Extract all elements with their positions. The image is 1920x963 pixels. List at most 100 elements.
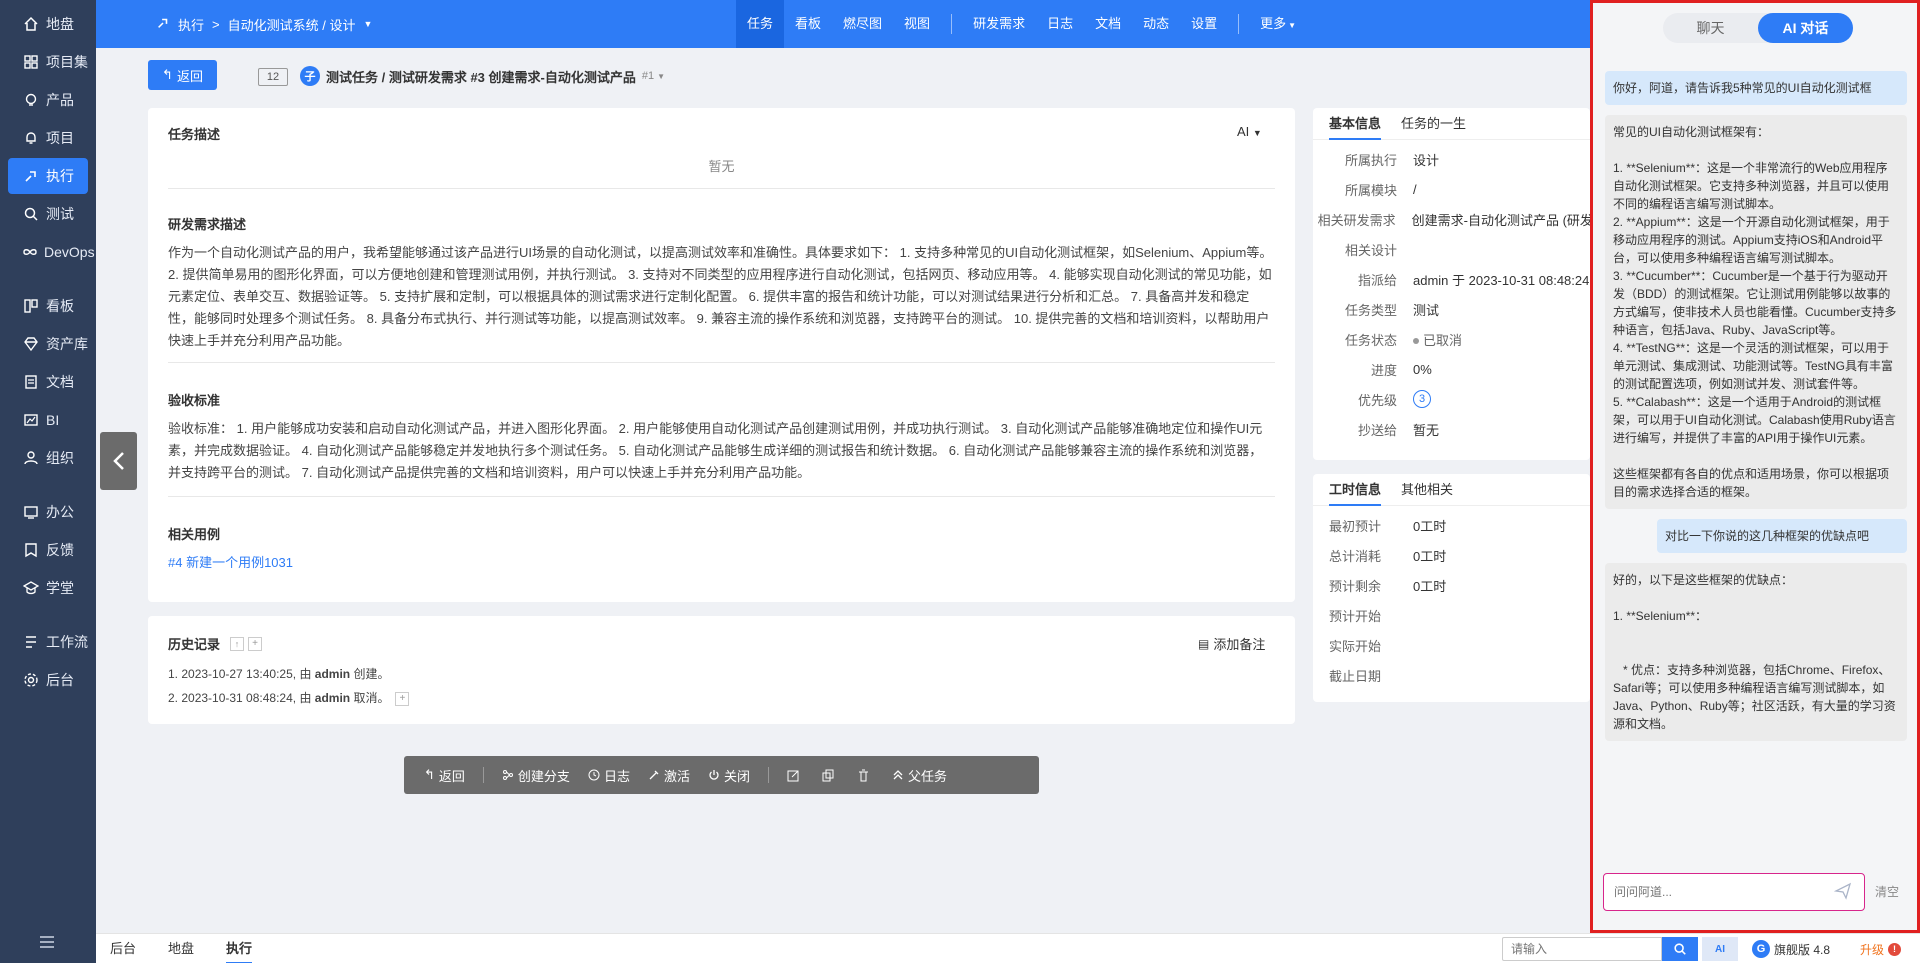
tab-basic-info[interactable]: 基本信息 [1329, 108, 1382, 140]
chat-input[interactable] [1614, 877, 1834, 907]
log-button[interactable]: 日志 [588, 766, 630, 785]
history-entry-action: 取消。 [350, 691, 390, 705]
ai-dropdown[interactable]: AI ▼ [1237, 124, 1262, 139]
info-row: 抄送给 暂无 [1313, 414, 1590, 444]
action-toolbar: ↰ 返回 创建分支 日志 激活 关闭 父任务 [404, 756, 1039, 794]
tab-log[interactable]: 日志 [1036, 0, 1084, 48]
infinity-icon [22, 243, 38, 261]
global-search-input[interactable] [1502, 937, 1662, 961]
time-key: 实际开始 [1329, 638, 1382, 654]
send-icon[interactable] [1833, 882, 1852, 903]
chat-input-box [1603, 873, 1865, 911]
sidebar-item-feedback[interactable]: 反馈 [8, 532, 88, 568]
tab-burndown[interactable]: 燃尽图 [832, 0, 893, 48]
search-button[interactable] [1662, 937, 1698, 961]
edition-label: 旗舰版 4.8 [1774, 942, 1831, 957]
tab-settings[interactable]: 设置 [1180, 0, 1228, 48]
clear-chat-button[interactable]: 清空 [1875, 883, 1899, 900]
chevron-down-icon[interactable]: ▼ [363, 19, 372, 29]
back-arrow-icon: ↰ [424, 767, 435, 782]
expand-icon[interactable]: + [395, 691, 410, 706]
tab-kanban[interactable]: 看板 [784, 0, 832, 48]
activate-button[interactable]: 激活 [648, 766, 690, 785]
toolbar-back-button[interactable]: ↰ 返回 [424, 766, 465, 785]
tab-other-related[interactable]: 其他相关 [1401, 474, 1453, 506]
bottom-tab-home[interactable]: 地盘 [168, 934, 194, 963]
sidebar-item-product[interactable]: 产品 [8, 82, 88, 118]
sidebar-item-label: 反馈 [46, 542, 74, 558]
tab-chat[interactable]: 聊天 [1663, 13, 1758, 43]
tab-ai-chat[interactable]: AI 对话 [1758, 13, 1853, 43]
info-value: / [1413, 181, 1417, 197]
requirement-link[interactable]: 创建需求-自动化测试产品 (研发 [1412, 210, 1590, 229]
info-key: 进度 [1370, 362, 1397, 378]
sidebar-item-office[interactable]: 办公 [8, 494, 88, 530]
tab-view[interactable]: 视图 [893, 0, 941, 48]
sidebar-item-kanban[interactable]: 看板 [8, 288, 88, 324]
history-entry: 1. 2023-10-27 13:40:25, 由 admin 创建。 [168, 662, 409, 686]
sidebar-item-label: 办公 [46, 504, 74, 520]
time-row: 截止日期 [1313, 660, 1590, 690]
tab-requirement[interactable]: 研发需求 [962, 0, 1036, 48]
sidebar-item-label: 学堂 [46, 580, 74, 596]
info-value: admin 于 2023-10-31 08:48:24 [1413, 272, 1590, 288]
sidebar-item-assets[interactable]: 资产库 [8, 326, 88, 362]
sidebar-item-workflow[interactable]: 工作流 [8, 624, 88, 660]
tab-task[interactable]: 任务 [736, 0, 785, 48]
menu-toggle-icon[interactable] [38, 933, 58, 953]
history-entry-user: admin [314, 691, 351, 705]
close-task-label: 关闭 [723, 768, 750, 784]
sidebar-item-home[interactable]: 地盘 [8, 6, 88, 42]
sidebar-item-execution[interactable]: 执行 [8, 158, 88, 194]
upgrade-button[interactable]: 升级 ! [1860, 934, 1902, 963]
back-button[interactable]: ↰ 返回 [148, 60, 217, 90]
sort-up-icon[interactable]: ↑ [230, 636, 245, 651]
add-note-button[interactable]: ▤ 添加备注 [1198, 634, 1265, 653]
copy-button[interactable] [822, 769, 839, 782]
power-icon [709, 770, 719, 780]
back-label: 返回 [176, 68, 203, 84]
expand-icon[interactable]: + [248, 636, 263, 651]
parent-task-button[interactable]: 父任务 [892, 766, 947, 785]
sidebar-item-programs[interactable]: 项目集 [8, 44, 88, 80]
status-dot-icon [1413, 338, 1419, 345]
add-note-label: 添加备注 [1213, 637, 1266, 652]
bottom-tab-execution[interactable]: 执行 [226, 934, 253, 963]
toolbar-divider [482, 767, 484, 783]
ai-label: AI [1237, 124, 1250, 139]
collapse-panel-button[interactable] [100, 432, 137, 490]
edit-icon [787, 770, 799, 781]
tab-time-info[interactable]: 工时信息 [1329, 474, 1382, 506]
edit-button[interactable] [787, 769, 804, 782]
sidebar-item-devops[interactable]: DevOps [8, 234, 95, 270]
sidebar-item-project[interactable]: 项目 [8, 120, 88, 156]
breadcrumb-execution[interactable]: 执行 [178, 15, 204, 34]
tab-dynamic[interactable]: 动态 [1132, 0, 1180, 48]
sidebar-item-admin[interactable]: 后台 [8, 662, 88, 698]
sidebar-item-bi[interactable]: BI [8, 402, 88, 438]
create-branch-button[interactable]: 创建分支 [502, 766, 570, 785]
sidebar-item-org[interactable]: 组织 [8, 440, 88, 476]
breadcrumb-path[interactable]: 自动化测试系统 / 设计 [228, 15, 356, 34]
info-value: 测试 [1413, 302, 1440, 318]
ai-chat-toggle[interactable]: AI [1702, 937, 1738, 961]
chat-messages[interactable]: 你好，阿道，请告诉我5种常见的UI自动化测试框 常见的UI自动化测试框架有： 1… [1605, 71, 1907, 863]
version-select[interactable]: #1 ▼ [642, 70, 665, 82]
time-key: 截止日期 [1329, 668, 1382, 684]
activate-label: 激活 [663, 768, 690, 784]
tab-doc[interactable]: 文档 [1084, 0, 1132, 48]
branch-icon [502, 770, 513, 780]
delete-button[interactable] [857, 769, 874, 782]
tab-task-life[interactable]: 任务的一生 [1401, 108, 1466, 140]
bottom-tab-admin[interactable]: 后台 [110, 934, 136, 963]
execution-link[interactable]: 设计 [1413, 150, 1439, 169]
tab-more[interactable]: 更多 ▼ [1249, 0, 1307, 48]
sidebar-item-label: 看板 [46, 298, 74, 314]
info-key: 优先级 [1357, 392, 1397, 408]
case-link[interactable]: #4 新建一个用例1031 [168, 552, 293, 571]
close-task-button[interactable]: 关闭 [708, 766, 750, 785]
sidebar-item-test[interactable]: 测试 [8, 196, 88, 232]
sidebar-item-school[interactable]: 学堂 [8, 570, 88, 606]
time-info-card: 工时信息 其他相关 最初预计 0工时 总计消耗 0工时 预计剩余 0工时 预计开始 实… [1313, 474, 1590, 702]
sidebar-item-docs[interactable]: 文档 [8, 364, 88, 400]
